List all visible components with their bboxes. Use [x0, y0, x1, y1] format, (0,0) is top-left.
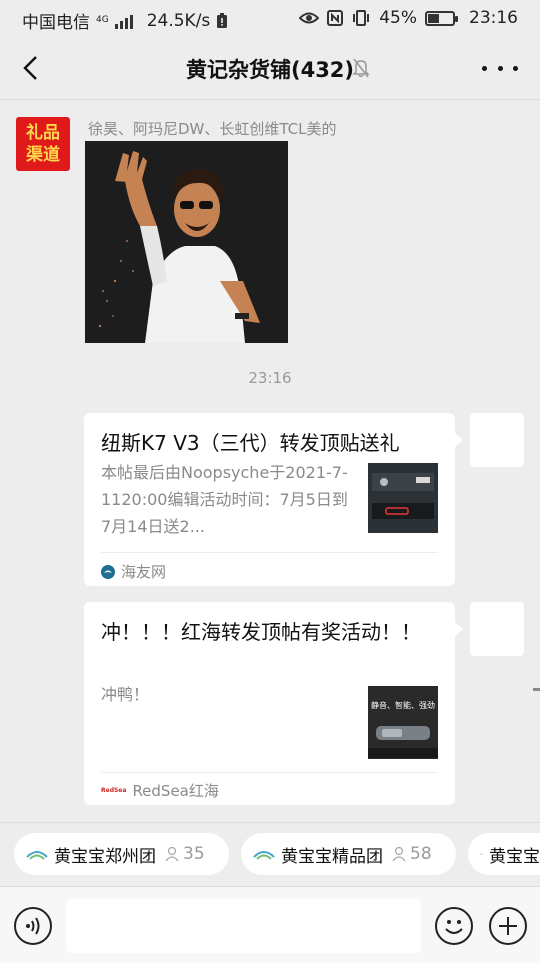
link-card[interactable]: 纽斯K7 V3（三代）转发顶贴送礼 本帖最后由Noopsyche于2021-7-…: [84, 413, 463, 586]
my-avatar[interactable]: [470, 413, 524, 467]
card-description: 冲鸭！: [101, 685, 150, 704]
card-source-name: RedSea红海: [132, 782, 219, 800]
group-name: 黄宝宝精品团: [281, 846, 383, 867]
card-description: 本帖最后由Noopsyche于2021-7-1120:00编辑活动时间：7月5日…: [101, 463, 348, 536]
group-logo-icon: [480, 853, 483, 855]
group-chip[interactable]: 黄宝宝精品团 58: [241, 833, 456, 875]
card-thumbnail: 静音、智能、强劲: [368, 686, 438, 759]
plus-icon: [499, 917, 517, 935]
group-name: 黄宝宝郑州团: [54, 846, 156, 867]
network-speed: 24.5K/s: [146, 10, 211, 31]
sender-name: 徐昊、阿玛尼DW、长虹创维TCL美的: [88, 120, 337, 138]
clock: 23:16: [469, 8, 518, 28]
chat-header: 黄记杂货铺(432): [0, 36, 540, 100]
card-thumbnail: [368, 463, 438, 533]
message-timestamp: 23:16: [248, 369, 292, 387]
sender-avatar[interactable]: 礼品 渠道: [16, 117, 70, 171]
group-member-count: 58: [391, 844, 432, 864]
image-message[interactable]: [85, 141, 288, 343]
card-title: 纽斯K7 V3（三代）转发顶贴送礼: [101, 431, 400, 455]
carrier-label: 中国电信: [22, 13, 90, 33]
chat-title: 黄记杂货铺(432): [185, 58, 355, 82]
mute-bell-icon: [352, 58, 370, 78]
message-input[interactable]: [66, 899, 421, 953]
dot-icon: [513, 65, 518, 71]
battery-icon: [425, 10, 458, 26]
scroll-indicator: [533, 688, 540, 691]
dot-icon: [482, 65, 487, 71]
card-divider: [101, 552, 438, 553]
signal-icon: [114, 13, 133, 29]
card-divider: [101, 772, 438, 773]
status-left: 中国电信 4G 24.5K/s: [22, 8, 228, 33]
member-count-value: 35: [183, 844, 205, 864]
group-logo-icon: [26, 851, 48, 860]
card-source-name: 海友网: [121, 563, 167, 581]
person-icon: [165, 846, 179, 862]
voice-wave-icon: [26, 917, 40, 935]
member-count-value: 58: [410, 844, 432, 864]
vibrate-icon: [353, 10, 370, 26]
voice-input-button[interactable]: [14, 907, 52, 945]
product-thumbnail: [368, 463, 438, 533]
card-source: RedSea RedSea红海: [101, 780, 219, 801]
notification-icon: [217, 12, 228, 28]
status-bar: 中国电信 4G 24.5K/s 45% 23:16: [0, 0, 540, 36]
status-right: 45% 23:16: [299, 8, 518, 28]
emoji-button[interactable]: [435, 907, 473, 945]
dot-icon: [497, 65, 503, 71]
aquarium-heater-thumbnail: [368, 726, 438, 758]
battery-percent: 45%: [379, 8, 417, 28]
group-member-count: 35: [164, 844, 205, 864]
group-logo-icon: [253, 851, 275, 860]
card-title: 冲！！！红海转发顶帖有奖活动！！: [101, 620, 421, 644]
group-chip[interactable]: 黄宝宝郑州团 35: [14, 833, 229, 875]
related-groups-bar: 黄宝宝郑州团 35 黄宝宝精品团 58 黄宝宝: [0, 822, 540, 886]
nfc-icon: [327, 10, 344, 26]
thumbnail-caption: 静音、智能、强劲: [371, 701, 435, 710]
link-card[interactable]: 冲！！！红海转发顶帖有奖活动！！ 冲鸭！ 静音、智能、强劲 RedSea Red…: [84, 602, 463, 805]
redsea-logo-icon: RedSea: [101, 787, 127, 794]
smiley-icon: [445, 920, 463, 934]
man-sprinkling-salt-illustration: [85, 141, 288, 343]
more-options-button[interactable]: [482, 56, 518, 80]
haiyou-logo-icon: [101, 564, 115, 579]
my-avatar[interactable]: [470, 602, 524, 656]
more-actions-button[interactable]: [489, 907, 527, 945]
group-name: 黄宝宝: [489, 846, 540, 867]
eye-icon: [299, 12, 320, 24]
card-source: 海友网: [101, 561, 166, 582]
message-input-bar: [0, 886, 540, 963]
network-type: 4G: [96, 15, 109, 25]
person-icon: [392, 846, 406, 862]
group-chip[interactable]: 黄宝宝: [468, 833, 540, 875]
